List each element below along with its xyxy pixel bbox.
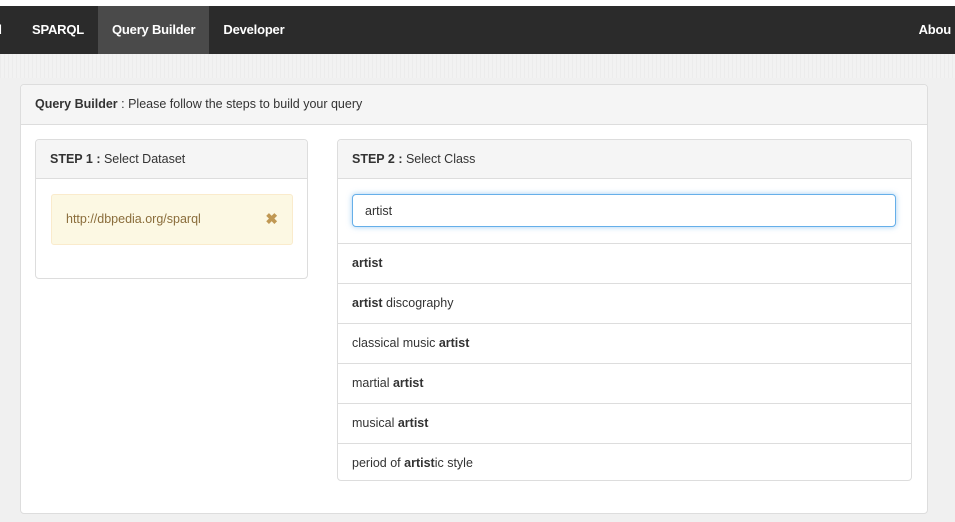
step2-label: Select Class [402, 152, 476, 166]
step1-label: Select Dataset [100, 152, 186, 166]
class-results-list: artist artist discography classical musi… [338, 244, 911, 483]
result-text: discography [382, 296, 454, 310]
list-item[interactable]: period of artistic style [338, 444, 911, 483]
step2-number: STEP 2 : [352, 152, 403, 166]
result-match: artist [392, 376, 424, 390]
result-text: classical music [352, 336, 439, 350]
navbar: d SPARQL Query Builder Developer Abou [0, 6, 955, 54]
selected-dataset: http://dbpedia.org/sparql ✖ [51, 194, 293, 245]
result-match: artist [352, 296, 383, 310]
nav-item-query-builder[interactable]: Query Builder [98, 6, 210, 54]
result-match: artist [404, 456, 435, 470]
close-icon[interactable]: ✖ [265, 195, 278, 244]
step2-heading: STEP 2 : Select Class [338, 140, 911, 179]
heading-title: Query Builder [35, 97, 118, 111]
result-text: martial [352, 376, 393, 390]
step2-panel: STEP 2 : Select Class artist artist disc… [337, 139, 912, 481]
step1-number: STEP 1 : [50, 152, 101, 166]
header-pattern [0, 54, 955, 78]
result-text: musical [352, 416, 398, 430]
list-item[interactable]: artist [338, 244, 911, 284]
result-match: artist [352, 256, 383, 270]
class-search-wrapper [338, 179, 911, 244]
class-search-input[interactable] [352, 194, 896, 227]
query-builder-heading: Query Builder : Please follow the steps … [21, 85, 927, 125]
list-item[interactable]: classical music artist [338, 324, 911, 364]
list-item[interactable]: artist discography [338, 284, 911, 324]
result-text: period of [352, 456, 405, 470]
dataset-url: http://dbpedia.org/sparql [66, 212, 201, 226]
result-match: artist [438, 336, 470, 350]
result-text: ic style [434, 456, 473, 470]
nav-item-sparql[interactable]: SPARQL [18, 6, 98, 54]
step1-heading: STEP 1 : Select Dataset [36, 140, 307, 179]
nav-item-about[interactable]: Abou [909, 6, 955, 54]
heading-instruction: : Please follow the steps to build your … [117, 97, 363, 111]
result-match: artist [397, 416, 429, 430]
step1-panel: STEP 1 : Select Dataset http://dbpedia.o… [35, 139, 308, 279]
list-item[interactable]: musical artist [338, 404, 911, 444]
list-item[interactable]: martial artist [338, 364, 911, 404]
nav-item-developer[interactable]: Developer [209, 6, 298, 54]
nav-item-truncated[interactable]: d [0, 6, 18, 54]
